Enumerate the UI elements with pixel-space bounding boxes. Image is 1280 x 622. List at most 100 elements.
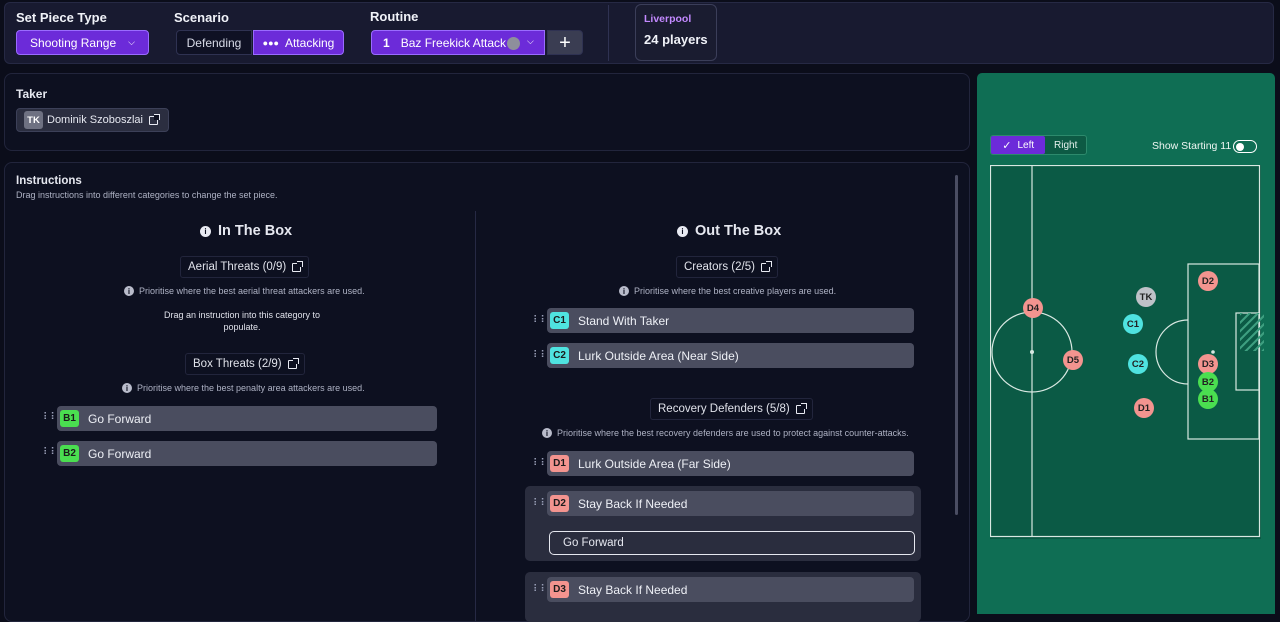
recovery-defenders-hint: i Prioritise where the best recovery def…: [542, 428, 909, 438]
drag-handle-icon[interactable]: ⠇⠇: [43, 413, 58, 423]
instruction-item-b1[interactable]: B1 Go Forward: [57, 406, 437, 431]
marker-tk[interactable]: TK: [1136, 287, 1156, 307]
instruction-item-d1[interactable]: D1 Lurk Outside Area (Far Side): [547, 451, 914, 476]
team-players-count: 24 players: [644, 32, 708, 47]
show-starting-11-label: Show Starting 11: [1152, 140, 1232, 152]
box-threats-category[interactable]: Box Threats (2/9): [185, 353, 305, 375]
creators-hint: i Prioritise where the best creative pla…: [619, 286, 836, 296]
taker-panel: Taker TK Dominik Szoboszlai: [4, 73, 970, 151]
drag-handle-icon[interactable]: ⠇⠇: [533, 585, 548, 595]
side-right-label: Right: [1054, 139, 1078, 151]
instruction-label: Stand With Taker: [578, 313, 670, 328]
scenario-defending-button[interactable]: Defending: [176, 30, 252, 55]
box-threats-hint-text: Prioritise where the best penalty area a…: [137, 383, 365, 393]
marker-d3[interactable]: D3: [1198, 354, 1218, 374]
pitch-panel: ✓ Left Right Show Starting 11 D2 D4 TK C…: [977, 73, 1275, 614]
external-link-icon[interactable]: [287, 357, 299, 369]
set-piece-type-value: Shooting Range: [30, 35, 117, 50]
column-divider: [475, 211, 476, 621]
taker-title: Taker: [16, 87, 48, 101]
empty-line-1: Drag an instruction into this category t…: [163, 310, 321, 320]
info-icon: i: [542, 428, 552, 438]
chevron-down-icon: ⌵: [527, 36, 534, 46]
drag-handle-icon[interactable]: ⠇⠇: [533, 316, 548, 326]
instruction-item-c1[interactable]: C1 Stand With Taker: [547, 308, 914, 333]
drag-handle-icon[interactable]: ⠇⠇: [43, 448, 58, 458]
recovery-defenders-category[interactable]: Recovery Defenders (5/8): [650, 398, 813, 420]
side-left-button[interactable]: ✓ Left: [991, 136, 1046, 154]
marker-d4[interactable]: D4: [1023, 298, 1043, 318]
instruction-label: Lurk Outside Area (Far Side): [578, 456, 731, 471]
taker-name: Dominik Szoboszlai: [47, 114, 143, 126]
external-link-icon[interactable]: [760, 260, 772, 272]
aerial-threats-empty: Drag an instruction into this category t…: [142, 309, 342, 333]
players-group-icon: ●●●: [262, 37, 279, 48]
external-link-icon[interactable]: [292, 260, 304, 272]
goal-net-icon: [1240, 313, 1264, 351]
instruction-label: Go Forward: [88, 446, 152, 461]
instruction-item-d3[interactable]: D3 Stay Back If Needed: [547, 577, 914, 602]
instruction-item-d2[interactable]: D2 Stay Back If Needed: [547, 491, 914, 516]
aerial-threats-category[interactable]: Aerial Threats (0/9): [180, 256, 310, 278]
instruction-item-b2[interactable]: B2 Go Forward: [57, 441, 437, 466]
marker-d5[interactable]: D5: [1063, 350, 1083, 370]
toggle-knob: [1236, 142, 1244, 151]
scenario-defending-label: Defending: [186, 35, 242, 50]
routine-dropdown[interactable]: 1 Baz Freekick Attack ⌵: [371, 30, 545, 55]
tag-c1: C1: [550, 312, 569, 329]
drag-handle-icon[interactable]: ⠇⠇: [533, 459, 548, 469]
instruction-item-c2[interactable]: C2 Lurk Outside Area (Near Side): [547, 343, 914, 368]
routine-color-dot-icon: [507, 37, 520, 50]
recovery-defenders-title: Recovery Defenders (5/8): [658, 403, 790, 415]
sub-option-label: Go Forward: [563, 537, 624, 549]
drag-handle-icon[interactable]: ⠇⠇: [533, 351, 548, 361]
marker-c1[interactable]: C1: [1123, 314, 1143, 334]
creators-hint-text: Prioritise where the best creative playe…: [634, 286, 837, 296]
instruction-sub-option[interactable]: Go Forward: [549, 531, 915, 555]
aerial-threats-title: Aerial Threats (0/9): [188, 261, 287, 273]
add-routine-button[interactable]: +: [547, 30, 583, 55]
instruction-label: Go Forward: [88, 411, 152, 426]
marker-b1[interactable]: B1: [1198, 389, 1218, 409]
tag-d3: D3: [550, 581, 569, 598]
info-icon: i: [124, 286, 134, 296]
external-link-icon[interactable]: [148, 113, 160, 125]
box-threats-hint: i Prioritise where the best penalty area…: [122, 383, 365, 393]
side-right-button[interactable]: Right: [1045, 136, 1086, 154]
info-icon: i: [677, 225, 688, 237]
creators-title: Creators (2/5): [684, 261, 755, 273]
scenario-attacking-button[interactable]: ●●● Attacking: [253, 30, 344, 55]
team-card[interactable]: Liverpool 24 players: [635, 4, 717, 61]
marker-d2[interactable]: D2: [1198, 271, 1218, 291]
out-the-box-label: Out The Box: [695, 223, 782, 239]
instruction-label: Stay Back If Needed: [578, 582, 688, 597]
in-the-box-heading: i In The Box: [200, 223, 292, 239]
side-left-label: Left: [1017, 139, 1035, 151]
side-toggle: ✓ Left Right: [990, 135, 1087, 155]
info-icon: i: [619, 286, 629, 296]
tag-d2: D2: [550, 495, 569, 512]
info-icon: i: [200, 225, 211, 237]
routine-name: Baz Freekick Attack: [400, 35, 507, 50]
chevron-down-icon: ⌵: [128, 37, 135, 47]
drag-handle-icon[interactable]: ⠇⠇: [533, 499, 548, 509]
empty-line-2: populate.: [223, 322, 261, 332]
external-link-icon[interactable]: [795, 402, 807, 414]
tag-b1: B1: [60, 410, 79, 427]
taker-chip[interactable]: TK Dominik Szoboszlai: [16, 108, 169, 132]
box-threats-title: Box Threats (2/9): [193, 358, 282, 370]
creators-category[interactable]: Creators (2/5): [676, 256, 778, 278]
set-piece-type-label: Set Piece Type: [16, 10, 107, 25]
routine-number: 1: [383, 35, 390, 50]
aerial-threats-hint: i Prioritise where the best aerial threa…: [124, 286, 365, 296]
marker-d1[interactable]: D1: [1134, 398, 1154, 418]
divider: [608, 5, 609, 61]
set-piece-type-dropdown[interactable]: Shooting Range ⌵: [16, 30, 149, 55]
scenario-label: Scenario: [174, 10, 229, 25]
marker-c2[interactable]: C2: [1128, 354, 1148, 374]
top-bar: Set Piece Type Shooting Range ⌵ Scenario…: [4, 2, 1274, 64]
starting-11-toggle[interactable]: [1233, 140, 1257, 153]
recovery-defenders-hint-text: Prioritise where the best recovery defen…: [557, 428, 909, 438]
instruction-label: Stay Back If Needed: [578, 496, 688, 511]
scrollbar[interactable]: [955, 175, 958, 515]
